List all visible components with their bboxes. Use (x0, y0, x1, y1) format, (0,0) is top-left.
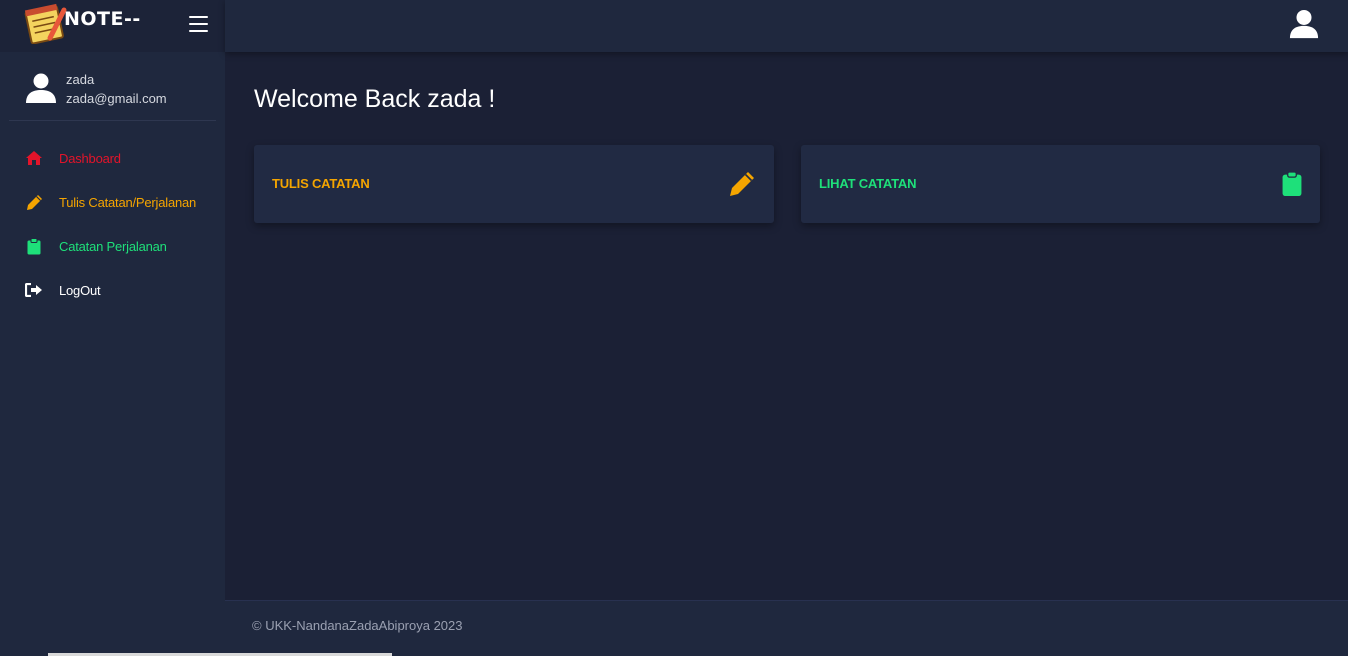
tulis-catatan-card[interactable]: TULIS CATATAN (254, 145, 774, 223)
home-icon (25, 149, 43, 167)
footer: © UKK-NandanaZadaAbiproya 2023 (225, 600, 1348, 656)
page-title: Welcome Back zada ! (254, 85, 496, 113)
sidebar-item-dashboard[interactable]: Dashboard (0, 136, 225, 180)
top-bar (225, 0, 1348, 52)
sidebar: NOTE-- zada zada@gmail.com Dashboard Tul… (0, 0, 225, 656)
menu-toggle-icon[interactable] (189, 16, 208, 32)
sidebar-item-tulis-catatan[interactable]: Tulis Catatan/Perjalanan (0, 180, 225, 224)
sidebar-item-label: Dashboard (59, 150, 121, 166)
brand-bar: NOTE-- (0, 0, 225, 52)
lihat-catatan-card[interactable]: LIHAT CATATAN (801, 145, 1320, 223)
brand-name: NOTE-- (64, 8, 141, 30)
sidebar-item-label: LogOut (59, 282, 101, 298)
pencil-icon (730, 172, 754, 196)
pencil-icon (25, 193, 43, 211)
sidebar-item-logout[interactable]: LogOut (0, 268, 225, 312)
copyright-text: © UKK-NandanaZadaAbiproya 2023 (252, 618, 463, 633)
user-panel: zada zada@gmail.com (0, 60, 225, 120)
user-email: zada@gmail.com (66, 91, 167, 106)
sidebar-item-label: Catatan Perjalanan (59, 238, 167, 254)
sidebar-nav: Dashboard Tulis Catatan/Perjalanan Catat… (0, 136, 225, 312)
main-content: Welcome Back zada ! TULIS CATATAN LIHAT … (225, 52, 1348, 600)
card-title: TULIS CATATAN (272, 176, 370, 191)
clipboard-icon (25, 237, 43, 255)
sidebar-item-catatan-perjalanan[interactable]: Catatan Perjalanan (0, 224, 225, 268)
card-title: LIHAT CATATAN (819, 176, 917, 191)
clipboard-icon (1282, 171, 1302, 196)
sidebar-divider (9, 120, 216, 121)
sign-out-icon (25, 281, 43, 299)
user-menu-avatar-icon[interactable] (1289, 9, 1319, 39)
user-avatar-icon (26, 73, 56, 103)
user-name: zada (66, 72, 95, 87)
sidebar-item-label: Tulis Catatan/Perjalanan (59, 194, 197, 210)
